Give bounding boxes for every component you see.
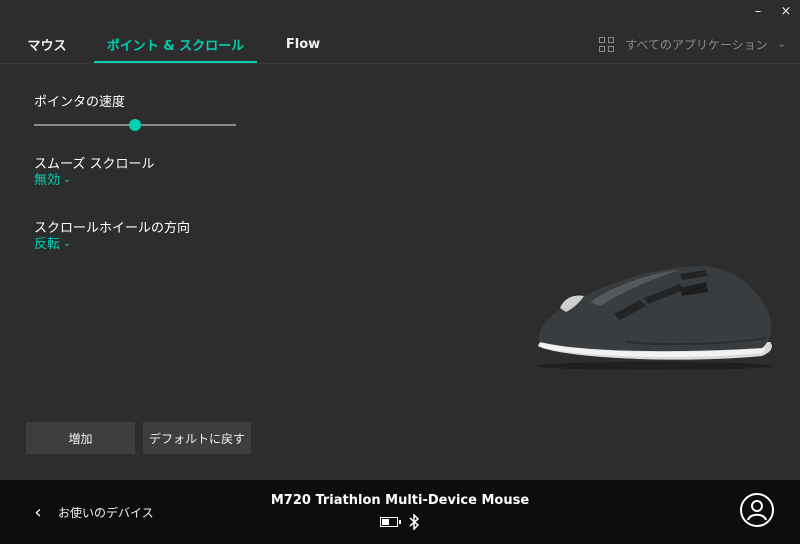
pointer-speed-label: ポインタの速度 [34,95,126,110]
device-name: M720 Triathlon Multi-Device Mouse [270,493,530,508]
chevron-down-icon: ⌄ [63,238,72,249]
mouse-image [536,266,772,370]
application-selector-label: すべてのアプリケーション [625,38,768,52]
footer-bar: ‹ お使いのデバイス M720 Triathlon Multi-Device M… [0,480,800,544]
minimize-button[interactable]: – [744,0,772,22]
smooth-scroll-value: 無効 [34,173,61,188]
scroll-direction-value: 反転 [34,237,61,252]
chevron-down-icon: ⌄ [63,174,72,185]
device-status [380,514,420,530]
close-button[interactable]: × [772,0,800,22]
add-button[interactable]: 増加 [26,422,135,454]
slider-thumb[interactable] [129,119,141,131]
tab-mouse[interactable]: マウス [0,24,94,64]
tab-divider [0,63,800,64]
battery-icon [380,517,401,527]
tab-bar: マウス ポイント & スクロール Flow [0,24,349,64]
grid-icon [599,36,615,53]
battery-level [382,519,389,525]
scroll-direction-dropdown[interactable]: 反転 ⌄ [34,233,71,252]
pointer-speed-slider[interactable] [34,118,236,132]
account-icon[interactable] [740,493,774,527]
window-controls: – × [744,0,800,22]
bluetooth-icon [409,514,420,530]
tab-flow[interactable]: Flow [257,24,349,64]
application-selector[interactable]: すべてのアプリケーション ⌄ [599,36,786,53]
tab-point-scroll[interactable]: ポイント & スクロール [94,24,257,64]
reset-default-button[interactable]: デフォルトに戻す [143,422,251,454]
smooth-scroll-dropdown[interactable]: 無効 ⌄ [34,169,71,188]
chevron-down-icon: ⌄ [777,39,786,50]
options-app-window: – × マウス ポイント & スクロール Flow すべてのアプリケーション ⌄… [0,0,800,544]
